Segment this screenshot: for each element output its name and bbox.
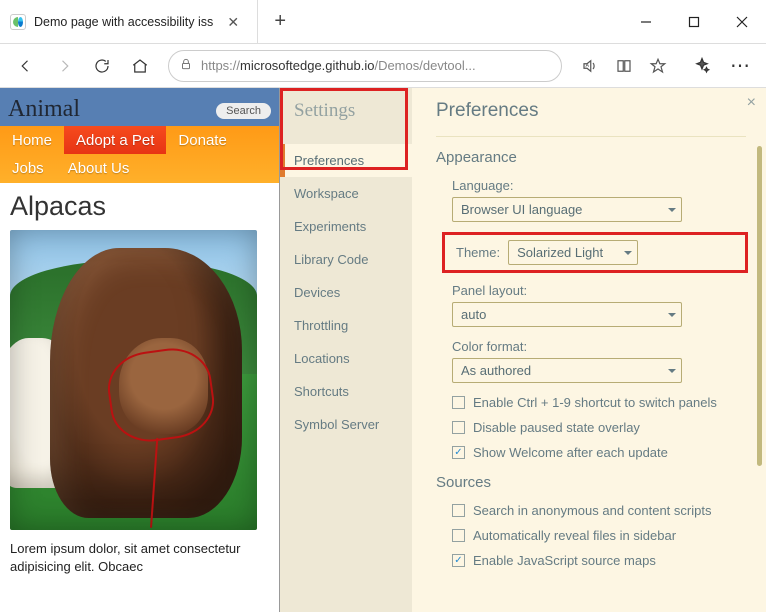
home-button[interactable] xyxy=(124,50,156,82)
pane-title: Preferences xyxy=(436,100,746,122)
appearance-check-row-2: Show Welcome after each update xyxy=(452,445,746,460)
appearance-check-label-0: Enable Ctrl + 1-9 shortcut to switch pan… xyxy=(473,395,717,410)
sources-check-label-2: Enable JavaScript source maps xyxy=(473,553,656,568)
page-heading: Alpacas xyxy=(10,191,279,222)
browser-tab[interactable]: Demo page with accessibility iss ✕ xyxy=(0,0,258,43)
settings-close-button[interactable]: × xyxy=(747,94,756,112)
sidebar-item-experiments[interactable]: Experiments xyxy=(280,210,412,243)
more-menu-button[interactable]: ⋯ xyxy=(724,50,756,82)
appearance-check-checkbox-1[interactable] xyxy=(452,421,465,434)
read-aloud-button[interactable]: A xyxy=(574,50,606,82)
appearance-check-checkbox-0[interactable] xyxy=(452,396,465,409)
content-area: Animal Search HomeAdopt a PetDonateJobsA… xyxy=(0,88,766,612)
sources-check-checkbox-0[interactable] xyxy=(452,504,465,517)
back-button[interactable] xyxy=(10,50,42,82)
site-nav: HomeAdopt a PetDonate JobsAbout Us xyxy=(0,126,279,183)
pane-scrollbar[interactable] xyxy=(757,146,762,466)
settings-sidebar: Settings PreferencesWorkspaceExperiments… xyxy=(280,88,412,612)
devtools-panel: Settings PreferencesWorkspaceExperiments… xyxy=(280,88,766,612)
sidebar-item-preferences[interactable]: Preferences xyxy=(280,144,412,177)
appearance-heading: Appearance xyxy=(436,149,746,166)
theme-label: Theme: xyxy=(456,245,500,260)
sidebar-item-throttling[interactable]: Throttling xyxy=(280,309,412,342)
forward-button[interactable] xyxy=(48,50,80,82)
sidebar-item-library-code[interactable]: Library Code xyxy=(280,243,412,276)
sources-check-checkbox-2[interactable] xyxy=(452,554,465,567)
settings-pane: × Preferences Appearance Language: Brows… xyxy=(412,88,766,612)
sources-check-label-1: Automatically reveal files in sidebar xyxy=(473,528,676,543)
lock-icon xyxy=(179,57,193,74)
sidebar-item-devices[interactable]: Devices xyxy=(280,276,412,309)
nav-link-jobs[interactable]: Jobs xyxy=(0,155,56,183)
panel-layout-select[interactable]: auto xyxy=(452,302,682,327)
window-maximize-button[interactable] xyxy=(670,0,718,43)
page-viewport: Animal Search HomeAdopt a PetDonateJobsA… xyxy=(0,88,280,612)
theme-field: Theme: Solarized Light xyxy=(448,234,746,271)
site-brand: Animal xyxy=(8,96,80,123)
nav-link-adopt-a-pet[interactable]: Adopt a Pet xyxy=(64,126,166,154)
tab-title: Demo page with accessibility iss xyxy=(34,15,213,29)
language-field: Language: Browser UI language xyxy=(452,178,746,222)
sources-check-row-2: Enable JavaScript source maps xyxy=(452,553,746,568)
favorite-button[interactable] xyxy=(642,50,674,82)
nav-link-about-us[interactable]: About Us xyxy=(56,155,142,183)
nav-link-home[interactable]: Home xyxy=(0,126,64,154)
page-header: Animal Search xyxy=(0,88,279,126)
window-close-button[interactable] xyxy=(718,0,766,43)
reading-mode-button[interactable] xyxy=(608,50,640,82)
sources-heading: Sources xyxy=(436,474,746,491)
site-search-input[interactable]: Search xyxy=(216,103,271,119)
window-minimize-button[interactable] xyxy=(622,0,670,43)
address-bar[interactable]: https://microsoftedge.github.io/Demos/de… xyxy=(168,50,562,82)
language-label: Language: xyxy=(452,178,746,193)
new-tab-button[interactable]: + xyxy=(258,0,302,43)
language-select[interactable]: Browser UI language xyxy=(452,197,682,222)
refresh-button[interactable] xyxy=(86,50,118,82)
settings-title: Settings xyxy=(280,88,412,134)
appearance-check-label-2: Show Welcome after each update xyxy=(473,445,668,460)
sidebar-item-shortcuts[interactable]: Shortcuts xyxy=(280,375,412,408)
appearance-check-checkbox-2[interactable] xyxy=(452,446,465,459)
tab-favicon xyxy=(10,14,26,30)
appearance-check-label-1: Disable paused state overlay xyxy=(473,420,640,435)
sidebar-item-workspace[interactable]: Workspace xyxy=(280,177,412,210)
copilot-button[interactable] xyxy=(686,50,718,82)
sources-check-checkbox-1[interactable] xyxy=(452,529,465,542)
color-format-label: Color format: xyxy=(452,339,746,354)
sidebar-item-symbol-server[interactable]: Symbol Server xyxy=(280,408,412,441)
tab-close-button[interactable]: ✕ xyxy=(221,15,245,29)
alpaca-photo xyxy=(10,230,257,530)
sources-check-row-1: Automatically reveal files in sidebar xyxy=(452,528,746,543)
nav-link-donate[interactable]: Donate xyxy=(166,126,238,154)
page-paragraph: Lorem ipsum dolor, sit amet consectetur … xyxy=(10,540,269,576)
appearance-check-row-1: Disable paused state overlay xyxy=(452,420,746,435)
panel-layout-field: Panel layout: auto xyxy=(452,283,746,327)
svg-text:A: A xyxy=(586,62,590,68)
browser-toolbar: https://microsoftedge.github.io/Demos/de… xyxy=(0,44,766,88)
sources-check-label-0: Search in anonymous and content scripts xyxy=(473,503,711,518)
color-format-field: Color format: As authored xyxy=(452,339,746,383)
appearance-check-row-0: Enable Ctrl + 1-9 shortcut to switch pan… xyxy=(452,395,746,410)
panel-layout-label: Panel layout: xyxy=(452,283,746,298)
url-text: https://microsoftedge.github.io/Demos/de… xyxy=(201,58,551,73)
sidebar-item-locations[interactable]: Locations xyxy=(280,342,412,375)
title-bar: Demo page with accessibility iss ✕ + xyxy=(0,0,766,44)
sources-check-row-0: Search in anonymous and content scripts xyxy=(452,503,746,518)
theme-select[interactable]: Solarized Light xyxy=(508,240,638,265)
color-format-select[interactable]: As authored xyxy=(452,358,682,383)
